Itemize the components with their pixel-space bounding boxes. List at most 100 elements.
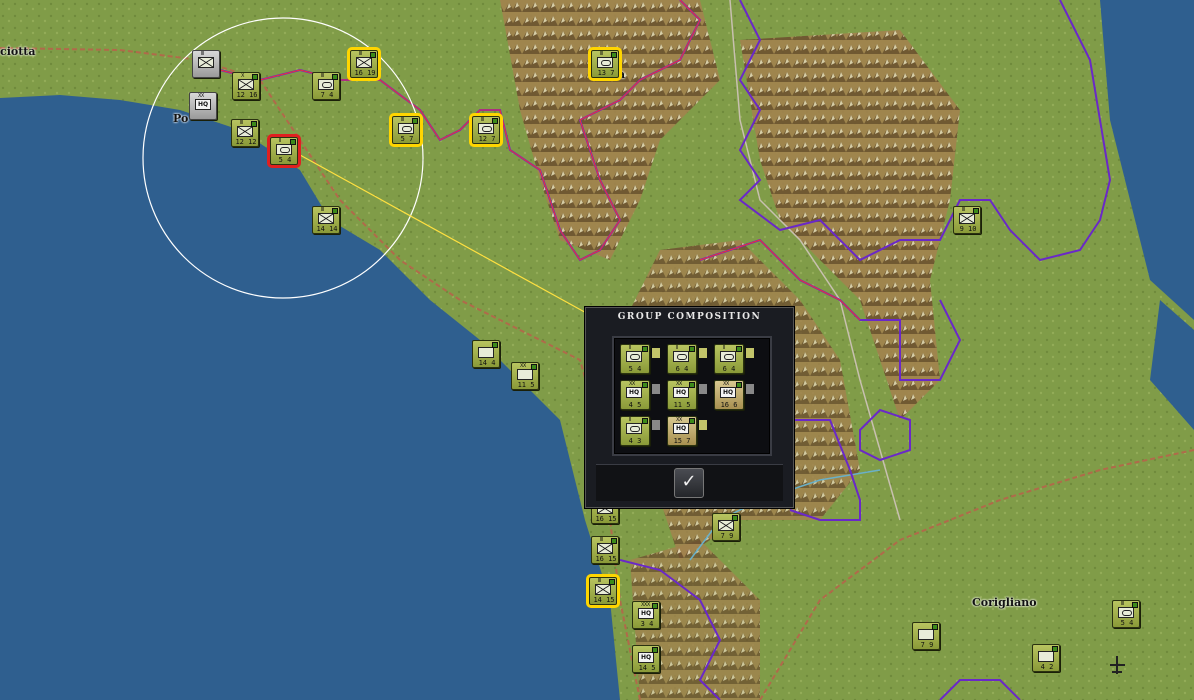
status-pip	[492, 342, 498, 348]
supply-icon	[478, 347, 494, 358]
infantry-icon	[318, 213, 334, 224]
unit-flag	[699, 348, 707, 358]
unit-counter[interactable]: III 5 7	[389, 113, 423, 147]
status-pip	[642, 382, 648, 388]
unit-counter[interactable]: X 12 16	[232, 72, 260, 100]
unit-strength: 7 4	[320, 91, 334, 99]
unit-counter[interactable]: III 12 7	[469, 113, 503, 147]
status-pip	[609, 579, 615, 585]
place-name: Corigliano	[972, 596, 1037, 609]
status-pip	[652, 603, 658, 609]
mech-icon	[398, 123, 414, 134]
unit-counter[interactable]: III 5 4	[1112, 600, 1140, 628]
infantry-icon	[718, 520, 734, 531]
status-pip	[252, 74, 258, 80]
unit-strength: 7 9	[920, 641, 934, 649]
unit-counter[interactable]: 7 9	[912, 622, 940, 650]
group-unit[interactable]: II 6 4	[667, 344, 697, 374]
status-pip	[332, 208, 338, 214]
unit-strength: 16 15	[595, 515, 617, 523]
status-pip	[290, 139, 296, 145]
unit-strength: 15 7	[673, 437, 691, 445]
unit-counter[interactable]: XX 11 5	[511, 362, 539, 390]
unit-strength: 11 5	[673, 401, 691, 409]
unit-flag	[652, 348, 660, 358]
unit-counter[interactable]: HQ 14 5	[632, 645, 660, 673]
unit-strength: 4 5	[628, 401, 642, 409]
unit-strength: 5 7	[400, 135, 414, 143]
unit-flag	[699, 420, 707, 430]
status-pip	[412, 118, 418, 124]
status-pip	[642, 418, 648, 424]
hq-icon: HQ	[195, 99, 211, 110]
status-pip	[1132, 602, 1138, 608]
unit-strength: 3 4	[640, 620, 654, 628]
unit-strength: 11 5	[517, 381, 535, 389]
hq-icon: HQ	[638, 608, 654, 619]
unit-counter[interactable]: III 7 4	[312, 72, 340, 100]
status-pip	[611, 538, 617, 544]
infantry-icon	[595, 584, 611, 595]
group-unit[interactable]: XX HQ 11 5	[667, 380, 697, 410]
status-pip	[652, 647, 658, 653]
hq-icon: HQ	[638, 652, 654, 663]
group-unit[interactable]: II 4 3	[620, 416, 650, 446]
status-pip	[1052, 646, 1058, 652]
status-pip	[689, 418, 695, 424]
unit-counter[interactable]: III 12 12	[231, 119, 259, 147]
unit-strength: 5 4	[628, 365, 642, 373]
unit-counter[interactable]: XXX HQ 3 4	[632, 601, 660, 629]
unit-strength: 9 10	[959, 225, 977, 233]
mech-icon	[720, 351, 736, 362]
group-unit[interactable]: XX HQ 16 6	[714, 380, 744, 410]
group-unit[interactable]: II 6 4	[714, 344, 744, 374]
unit-counter[interactable]: III 14 14	[312, 206, 340, 234]
unit-strength: 14 15	[593, 596, 615, 604]
unit-strength: 12 7	[478, 135, 496, 143]
mech-icon	[597, 57, 613, 68]
group-unit[interactable]: XX HQ 15 7	[667, 416, 697, 446]
place-name: ciotta	[0, 45, 36, 58]
status-pip	[736, 346, 742, 352]
infantry-icon	[237, 126, 253, 137]
unit-counter[interactable]: XX HQ	[189, 92, 217, 120]
unit-counter[interactable]: III 9 10	[953, 206, 981, 234]
status-pip	[611, 52, 617, 58]
mech-icon	[673, 351, 689, 362]
status-pip	[689, 382, 695, 388]
infantry-icon	[198, 57, 214, 68]
unit-counter[interactable]: 7 9	[712, 513, 740, 541]
unit-counter[interactable]: 4 2	[1032, 644, 1060, 672]
unit-strength: 16 19	[354, 69, 376, 77]
unit-counter[interactable]: III 14 15	[586, 574, 620, 608]
unit-strength: 6 4	[722, 365, 736, 373]
group-unit[interactable]: XX HQ 4 5	[620, 380, 650, 410]
unit-strength: 12 12	[235, 138, 257, 146]
unit-strength: 5 4	[278, 156, 292, 164]
mech-icon	[626, 423, 642, 434]
unit-counter[interactable]: III 16 19	[347, 47, 381, 81]
unit-strength: 5 4	[1120, 619, 1134, 627]
status-pip	[332, 74, 338, 80]
unit-counter[interactable]: III 13 7	[588, 47, 622, 81]
hq-icon: HQ	[626, 387, 642, 398]
infantry-icon	[597, 543, 613, 554]
status-pip	[932, 624, 938, 630]
unit-strength: 14 5	[638, 664, 656, 672]
confirm-button[interactable]: ✓	[674, 468, 704, 498]
unit-counter-active[interactable]: II 5 4	[267, 134, 301, 168]
unit-strength: 4 2	[1040, 663, 1054, 671]
unit-counter[interactable]: 14 4	[472, 340, 500, 368]
hq-icon: HQ	[673, 423, 689, 434]
infantry-icon	[356, 57, 372, 68]
place-name: a	[618, 68, 626, 81]
status-pip	[370, 52, 376, 58]
unit-counter[interactable]: III	[192, 50, 220, 78]
unit-flag	[652, 384, 660, 394]
unit-flag	[746, 384, 754, 394]
unit-counter[interactable]: III 16 15	[591, 536, 619, 564]
group-unit[interactable]: II 5 4	[620, 344, 650, 374]
status-pip	[642, 346, 648, 352]
hq-icon: HQ	[673, 387, 689, 398]
unit-strength: 16 15	[595, 555, 617, 563]
